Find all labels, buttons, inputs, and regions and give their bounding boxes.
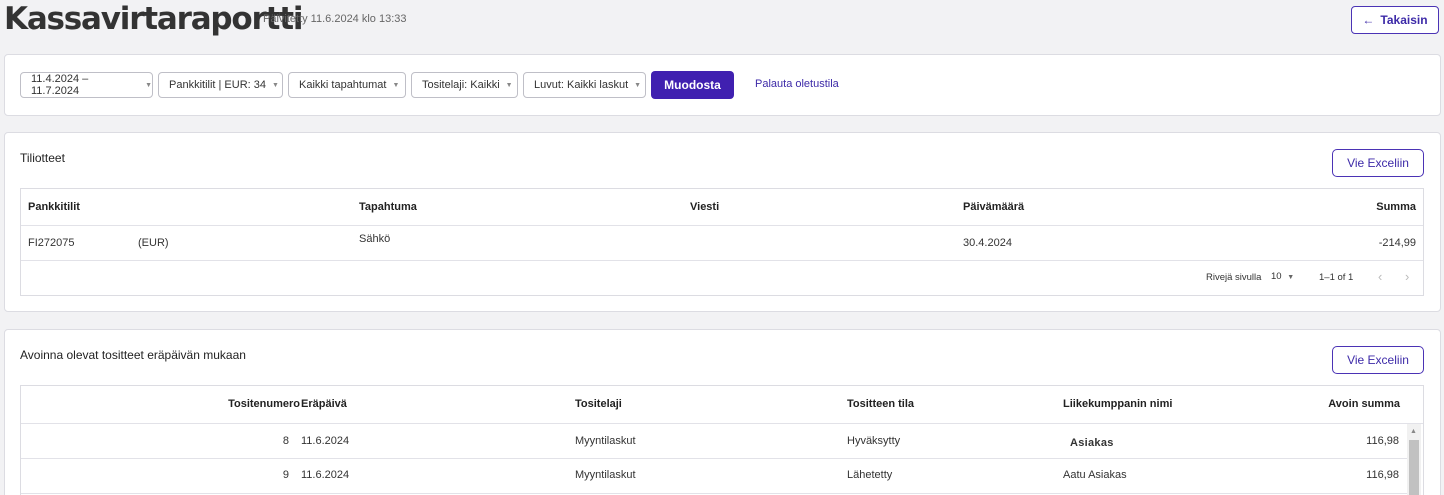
pagination: Rivejä sivulla 10 ▼ 1–1 of 1 ‹ › bbox=[21, 260, 1423, 296]
chevron-down-icon: ▼ bbox=[505, 81, 513, 89]
updated-timestamp: Päivitetty 11.6.2024 klo 13:33 bbox=[263, 13, 407, 25]
account-cell: FI272075 bbox=[28, 237, 75, 249]
bank-accounts-value: Pankkitilit | EUR: 34 bbox=[169, 79, 267, 91]
rows-per-page-value: 10 bbox=[1271, 271, 1282, 282]
caret-down-icon: ▼ bbox=[1287, 274, 1295, 281]
export-excel-button[interactable]: Vie Exceliin bbox=[1332, 346, 1424, 374]
due-date-cell: 11.6.2024 bbox=[301, 435, 350, 447]
divider bbox=[21, 493, 1407, 494]
table-row[interactable]: 9 11.6.2024 Myyntilaskut Lähetetty Aatu … bbox=[21, 459, 1407, 493]
currency-cell: (EUR) bbox=[138, 237, 169, 249]
voucher-status-cell: Lähetetty bbox=[847, 469, 893, 481]
open-vouchers-title: Avoinna olevat tositteet eräpäivän mukaa… bbox=[20, 348, 246, 362]
chevron-right-icon[interactable]: › bbox=[1405, 269, 1409, 284]
export-excel-button[interactable]: Vie Exceliin bbox=[1332, 149, 1424, 177]
voucher-type-cell: Myyntilaskut bbox=[575, 435, 636, 447]
scroll-up-icon[interactable]: ▲ bbox=[1410, 428, 1417, 435]
arrow-left-icon: ← bbox=[1362, 13, 1375, 27]
voucher-type-value: Tositelaji: Kaikki bbox=[422, 79, 500, 91]
table-row[interactable]: 8 11.6.2024 Myyntilaskut Hyväksytty Asia… bbox=[21, 424, 1407, 458]
page-range: 1–1 of 1 bbox=[1319, 272, 1354, 283]
amount-cell: -214,99 bbox=[1378, 237, 1416, 249]
column-header[interactable]: Päivämäärä bbox=[963, 201, 1024, 213]
voucher-number-cell: 9 bbox=[282, 469, 289, 481]
events-value: Kaikki tapahtumat bbox=[299, 79, 387, 91]
open-amount-cell: 116,98 bbox=[1366, 435, 1399, 447]
figures-value: Luvut: Kaikki laskut bbox=[534, 79, 629, 91]
rows-per-page-label: Rivejä sivulla bbox=[1206, 272, 1262, 283]
chevron-down-icon: ▼ bbox=[272, 81, 279, 89]
open-vouchers-table: Tositenumero Eräpäivä Tositelaji Tositte… bbox=[20, 385, 1424, 495]
due-date-cell: 11.6.2024 bbox=[301, 469, 350, 481]
partner-cell: Aatu Asiakas bbox=[1063, 469, 1127, 481]
events-select[interactable]: Kaikki tapahtumat ▼ bbox=[288, 72, 406, 98]
column-header[interactable]: Tositenumero bbox=[228, 398, 300, 410]
column-header[interactable]: Tositelaji bbox=[575, 398, 622, 410]
date-range-value: 11.4.2024 – 11.7.2024 bbox=[31, 73, 89, 97]
column-header[interactable]: Avoin summa bbox=[1328, 398, 1400, 410]
column-header[interactable]: Liikekumppanin nimi bbox=[1063, 398, 1172, 410]
event-cell: Sähkö bbox=[359, 233, 391, 245]
voucher-type-select[interactable]: Tositelaji: Kaikki ▼ bbox=[411, 72, 518, 98]
statements-table: Pankkitilit Tapahtuma Viesti Päivämäärä … bbox=[20, 188, 1424, 296]
chevron-down-icon: ▼ bbox=[634, 81, 642, 89]
back-button[interactable]: ← Takaisin bbox=[1351, 6, 1439, 34]
chevron-down-icon: ▼ bbox=[392, 81, 400, 89]
column-header[interactable]: Tositteen tila bbox=[847, 398, 914, 410]
column-header[interactable]: Viesti bbox=[690, 201, 719, 213]
scrollbar-thumb[interactable] bbox=[1409, 440, 1419, 495]
back-button-label: Takaisin bbox=[1380, 13, 1428, 27]
reset-defaults-link[interactable]: Palauta oletustila bbox=[755, 78, 839, 90]
partner-cell: Asiakas bbox=[1070, 437, 1114, 449]
column-header[interactable]: Tapahtuma bbox=[359, 201, 417, 213]
table-row[interactable]: FI272075 (EUR) Sähkö 30.4.2024 -214,99 bbox=[21, 226, 1423, 260]
chevron-down-icon: ▼ bbox=[145, 81, 152, 89]
figures-select[interactable]: Luvut: Kaikki laskut ▼ bbox=[523, 72, 646, 98]
statements-title: Tiliotteet bbox=[20, 151, 65, 165]
date-range-select[interactable]: 11.4.2024 – 11.7.2024 ▼ bbox=[20, 72, 153, 98]
rows-per-page-select[interactable]: 10 ▼ bbox=[1271, 271, 1294, 282]
open-amount-cell: 116,98 bbox=[1366, 469, 1399, 481]
generate-button[interactable]: Muodosta bbox=[651, 71, 734, 99]
chevron-left-icon[interactable]: ‹ bbox=[1378, 269, 1382, 284]
voucher-status-cell: Hyväksytty bbox=[847, 435, 901, 447]
bank-accounts-select[interactable]: Pankkitilit | EUR: 34 ▼ bbox=[158, 72, 283, 98]
date-cell: 30.4.2024 bbox=[963, 237, 1012, 249]
table-scrollbar[interactable]: ▲ bbox=[1407, 424, 1421, 495]
voucher-type-cell: Myyntilaskut bbox=[575, 469, 636, 481]
page-title: Kassavirtaraportti bbox=[4, 1, 303, 37]
column-header[interactable]: Pankkitilit bbox=[28, 201, 80, 213]
voucher-number-cell: 8 bbox=[282, 435, 289, 447]
column-header[interactable]: Eräpäivä bbox=[301, 398, 347, 410]
column-header[interactable]: Summa bbox=[1376, 201, 1416, 213]
